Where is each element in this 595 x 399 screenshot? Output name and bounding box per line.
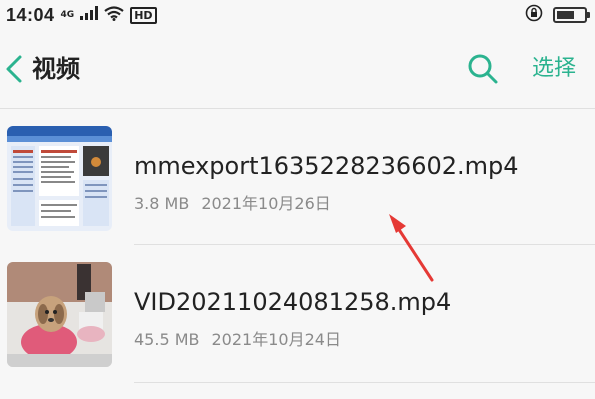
annotation-arrow — [389, 214, 434, 282]
